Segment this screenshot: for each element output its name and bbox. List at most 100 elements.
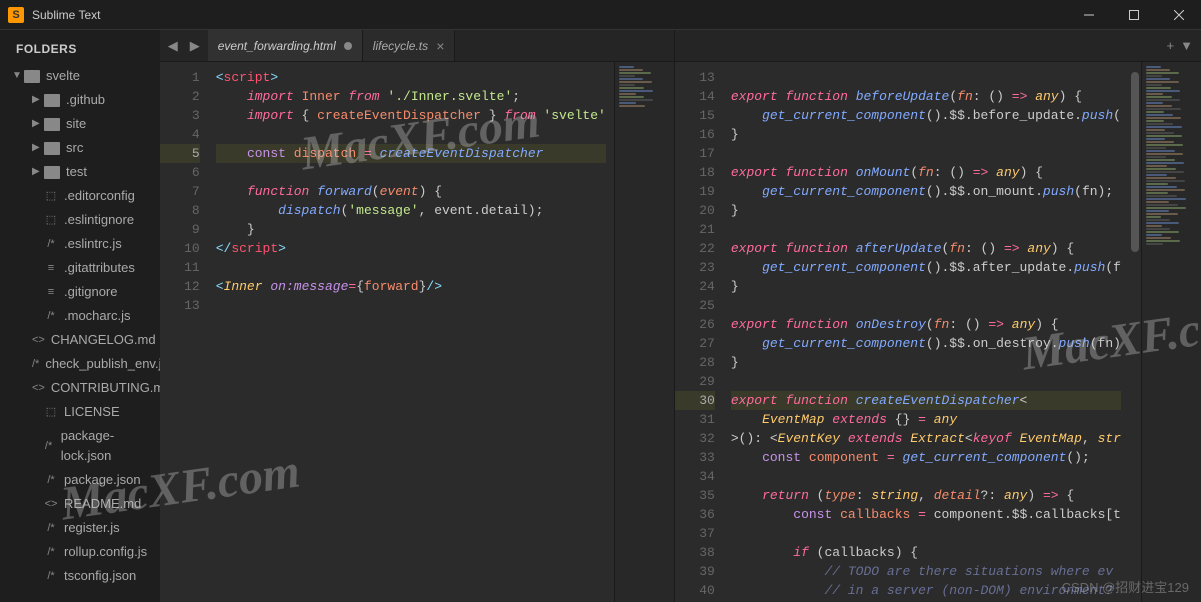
file-item[interactable]: ≡.gitattributes (0, 256, 160, 280)
chevron-right-icon: ▶ (32, 90, 44, 110)
file-item[interactable]: ⬚ LICENSE (0, 400, 160, 424)
folder-label: .github (66, 90, 105, 110)
code-content[interactable]: export function beforeUpdate(fn: () => a… (723, 62, 1129, 602)
tab-event-forwarding[interactable]: event_forwarding.html (208, 30, 363, 61)
tab-bar-left: ◀ ▶ event_forwarding.html lifecycle.ts × (160, 30, 674, 62)
chevron-right-icon: ▶ (32, 138, 44, 158)
file-item[interactable]: /* package-lock.json (0, 424, 160, 468)
line-gutter: 1314151617181920212223242526272829303132… (675, 62, 723, 602)
file-icon: /* (44, 542, 58, 562)
folder-item[interactable]: ▶ site (0, 112, 160, 136)
file-item[interactable]: ≡ .gitignore (0, 280, 160, 304)
file-label: .gitignore (64, 282, 117, 302)
sidebar-header: FOLDERS (0, 38, 160, 64)
folder-item[interactable]: ▶ .github (0, 88, 160, 112)
file-icon: /* (44, 518, 58, 538)
nav-back-icon[interactable]: ◀ (164, 38, 182, 54)
file-item[interactable]: ⬚ .editorconfig (0, 184, 160, 208)
file-icon: /* (42, 436, 54, 456)
editor-pane-right: + ▼ 131415161718192021222324252627282930… (674, 30, 1201, 602)
file-icon: ≡ (44, 282, 58, 302)
main-area: FOLDERS ▼ svelte ▶.github▶site▶src▶test … (0, 30, 1201, 602)
folder-item[interactable]: ▶ test (0, 160, 160, 184)
titlebar: Sublime Text (0, 0, 1201, 30)
maximize-button[interactable] (1111, 0, 1156, 30)
file-item[interactable]: /* tsconfig.json (0, 564, 160, 588)
file-label: check_publish_env.js (45, 354, 159, 374)
code-content[interactable]: <script> import Inner from './Inner.svel… (208, 62, 614, 602)
tab-label: lifecycle.ts (373, 39, 428, 53)
sidebar[interactable]: FOLDERS ▼ svelte ▶.github▶site▶src▶test … (0, 30, 160, 602)
minimap-right[interactable] (1141, 62, 1201, 602)
tab-actions: + ▼ (1159, 30, 1201, 61)
file-icon: ⬚ (44, 186, 58, 206)
line-gutter: 12345678910111213 (160, 62, 208, 602)
file-icon: /* (44, 566, 58, 586)
file-label: .gitattributes (64, 258, 135, 278)
tab-bar-right: + ▼ (675, 30, 1201, 62)
chevron-right-icon: ▶ (32, 162, 44, 182)
minimap-left[interactable] (614, 62, 674, 602)
nav-forward-icon[interactable]: ▶ (186, 38, 204, 54)
file-item[interactable]: ⬚ .eslintignore (0, 208, 160, 232)
scroll-thumb[interactable] (1131, 72, 1139, 252)
file-label: package.json (64, 470, 141, 490)
file-item[interactable]: /* .eslintrc.js (0, 232, 160, 256)
file-label: register.js (64, 518, 120, 538)
file-label: LICENSE (64, 402, 120, 422)
file-icon: /* (32, 354, 39, 374)
code-area-right[interactable]: 1314151617181920212223242526272829303132… (675, 62, 1201, 602)
file-label: tsconfig.json (64, 566, 136, 586)
file-item[interactable]: /* rollup.config.js (0, 540, 160, 564)
app-icon (8, 7, 24, 23)
file-icon: <> (32, 330, 45, 350)
tab-nav: ◀ ▶ (160, 30, 208, 61)
file-icon: <> (32, 378, 45, 398)
file-item[interactable]: /* package.json (0, 468, 160, 492)
chevron-down-icon: ▼ (12, 66, 24, 86)
folder-icon (44, 118, 60, 131)
folder-item[interactable]: ▶ src (0, 136, 160, 160)
file-item[interactable]: <> README.md (0, 492, 160, 516)
chevron-right-icon: ▶ (32, 114, 44, 134)
folder-label: src (66, 138, 83, 158)
file-label: CHANGELOG.md (51, 330, 156, 350)
file-item[interactable]: <> CHANGELOG.md (0, 328, 160, 352)
file-item[interactable]: /* register.js (0, 516, 160, 540)
folder-label: site (66, 114, 86, 134)
editor-pane-left: ◀ ▶ event_forwarding.html lifecycle.ts ×… (160, 30, 674, 602)
file-item[interactable]: <> CONTRIBUTING.md (0, 376, 160, 400)
folder-icon (44, 142, 60, 155)
tab-lifecycle[interactable]: lifecycle.ts × (363, 30, 456, 61)
tab-menu-icon[interactable]: ▼ (1180, 38, 1193, 53)
file-icon: /* (44, 470, 58, 490)
file-icon: /* (44, 234, 58, 254)
file-label: .eslintrc.js (64, 234, 122, 254)
window-controls (1066, 0, 1201, 30)
file-label: .editorconfig (64, 186, 135, 206)
code-area-left[interactable]: 12345678910111213 <script> import Inner … (160, 62, 674, 602)
file-item[interactable]: /* check_publish_env.js (0, 352, 160, 376)
file-item[interactable]: /* .mocharc.js (0, 304, 160, 328)
close-button[interactable] (1156, 0, 1201, 30)
scrollbar-vertical[interactable] (1129, 62, 1141, 602)
folder-icon (24, 70, 40, 83)
folder-label: svelte (46, 66, 80, 86)
folder-label: test (66, 162, 87, 182)
file-label: CONTRIBUTING.md (51, 378, 160, 398)
close-icon[interactable]: × (436, 38, 444, 54)
file-icon: ⬚ (44, 210, 58, 230)
tab-label: event_forwarding.html (218, 39, 336, 53)
file-icon: ⬚ (44, 402, 58, 422)
folder-root[interactable]: ▼ svelte (0, 64, 160, 88)
minimize-button[interactable] (1066, 0, 1111, 30)
file-label: .eslintignore (64, 210, 134, 230)
new-tab-icon[interactable]: + (1167, 38, 1175, 53)
file-label: package-lock.json (61, 426, 152, 466)
app-title: Sublime Text (32, 8, 1066, 22)
file-label: rollup.config.js (64, 542, 147, 562)
file-label: README.md (64, 494, 141, 514)
file-label: .mocharc.js (64, 306, 130, 326)
file-icon: <> (44, 494, 58, 514)
file-icon: /* (44, 306, 58, 326)
